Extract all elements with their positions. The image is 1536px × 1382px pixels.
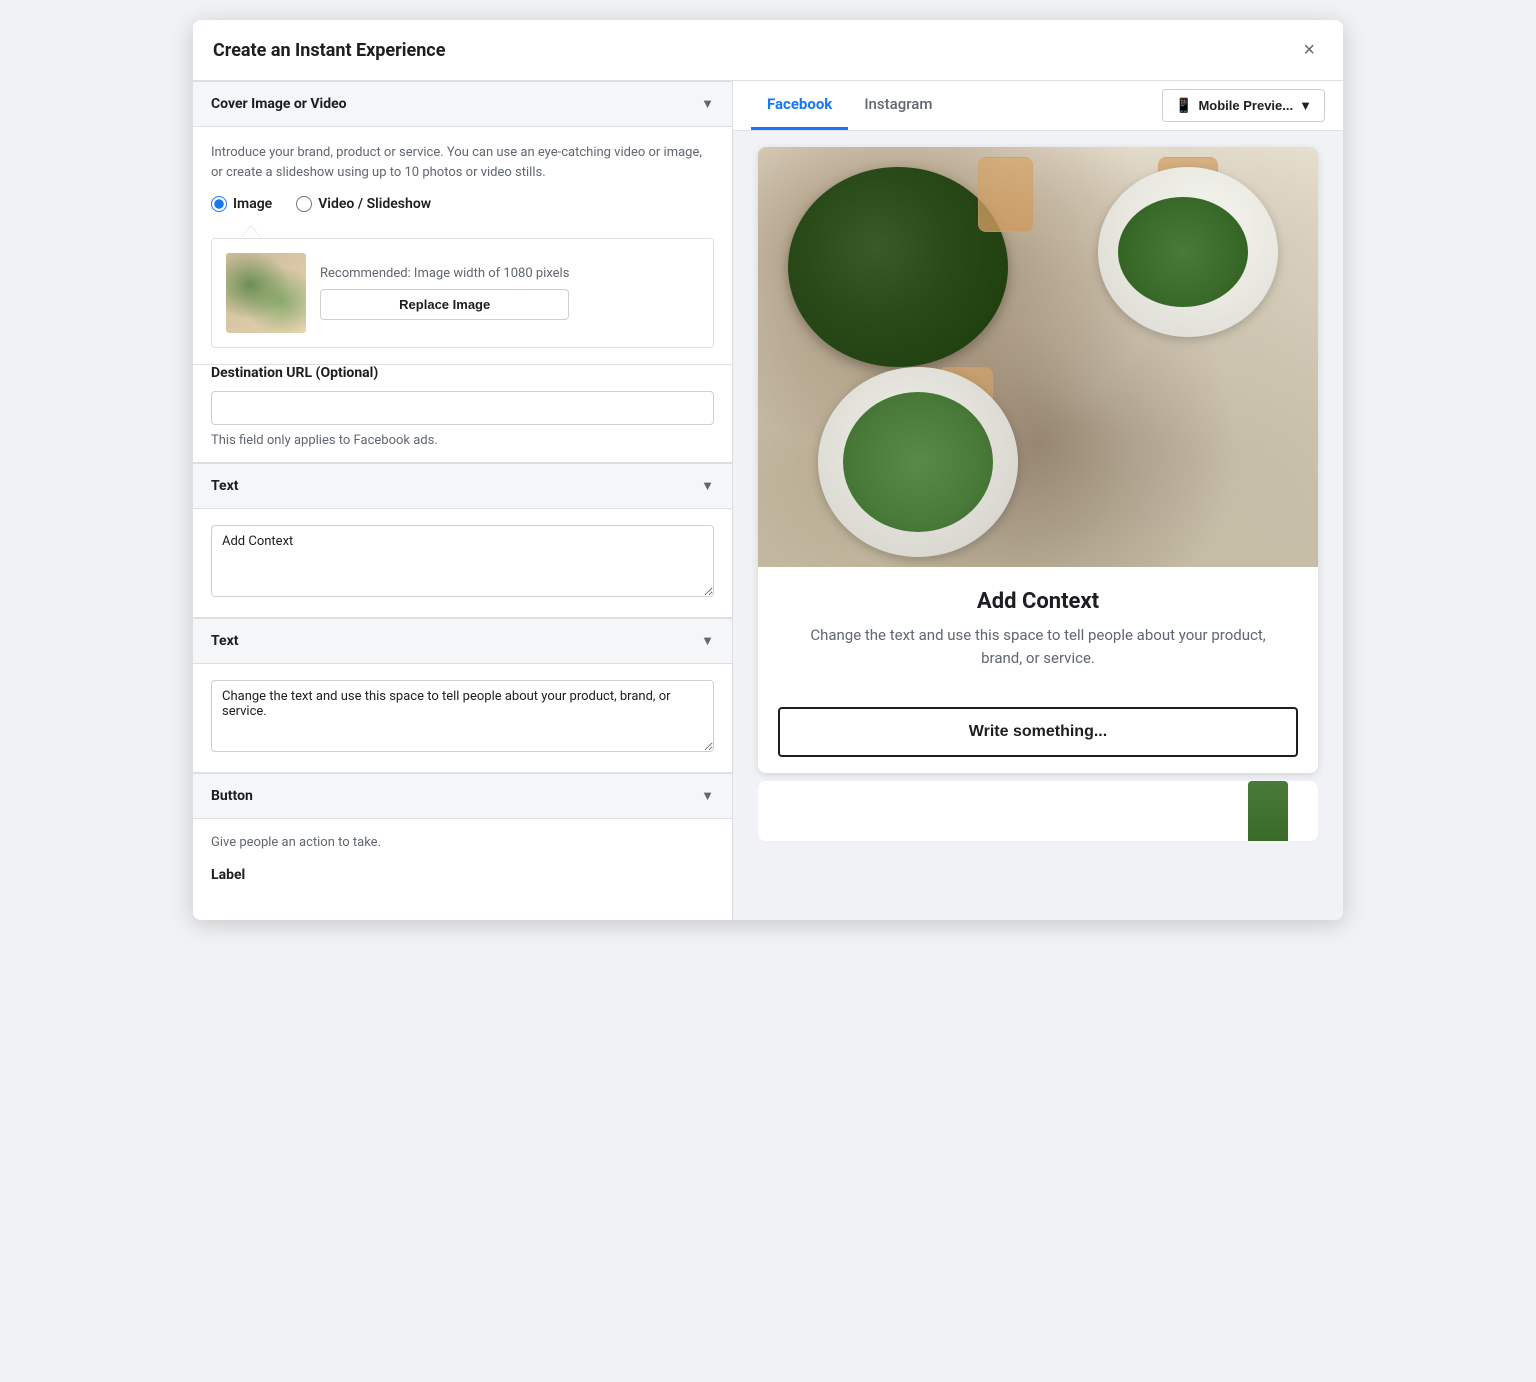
right-panel: Facebook Instagram 📱 Mobile Previe... ▼ [733,81,1343,920]
modal-header: Create an Instant Experience × [193,20,1343,81]
plate-1 [788,167,1008,367]
close-button[interactable]: × [1295,36,1323,64]
cover-section-title: Cover Image or Video [211,96,347,112]
phone-preview: Add Context Change the text and use this… [758,147,1318,773]
modal-body: Cover Image or Video ▼ Introduce your br… [193,81,1343,920]
text-section-1-content: Add Context [193,509,732,617]
radio-image-option[interactable]: Image [211,196,272,212]
button-description: Give people an action to take. [211,833,714,853]
text-section-2-content: Change the text and use this space to te… [193,664,732,772]
bottom-green-hint [1248,781,1288,841]
text-section-2-chevron: ▼ [701,633,714,649]
cover-chevron-icon: ▼ [701,96,714,112]
preview-content: Add Context Change the text and use this… [733,131,1343,920]
radio-video-label: Video / Slideshow [318,196,431,212]
radio-group: Image Video / Slideshow [211,196,714,212]
radio-image-input[interactable] [211,196,227,212]
destination-url-label: Destination URL (Optional) [211,365,714,381]
tab-instagram[interactable]: Instagram [848,81,948,130]
destination-url-helper: This field only applies to Facebook ads. [211,433,714,448]
preview-dropdown-icon: ▼ [1299,98,1312,113]
text-section-1-chevron: ▼ [701,478,714,494]
glass-2 [978,157,1033,232]
modal-title: Create an Instant Experience [213,40,445,61]
plate-food-3 [843,392,993,532]
image-info: Recommended: Image width of 1080 pixels … [320,266,569,320]
tab-list: Facebook Instagram [751,81,948,130]
button-section-header[interactable]: Button ▼ [193,773,732,819]
divider-arrow [241,226,261,238]
image-upload-box: Recommended: Image width of 1080 pixels … [211,238,714,348]
bottom-preview-partial [758,781,1318,841]
cover-section-content: Introduce your brand, product or service… [193,127,732,364]
button-section-chevron: ▼ [701,788,714,804]
preview-text-section: Add Context Change the text and use this… [758,567,1318,691]
mobile-preview-icon: 📱 [1175,97,1192,114]
preview-tabs: Facebook Instagram 📱 Mobile Previe... ▼ [733,81,1343,131]
destination-url-section: Destination URL (Optional) This field on… [193,365,732,462]
button-section-content: Give people an action to take. Label [193,819,732,907]
preview-context-title: Add Context [788,589,1288,614]
preview-food-image [758,147,1318,567]
destination-url-input[interactable] [211,391,714,425]
button-section-title: Button [211,788,253,804]
tab-facebook[interactable]: Facebook [751,81,848,130]
text-section-2-title: Text [211,633,238,649]
radio-video-input[interactable] [296,196,312,212]
mobile-preview-label: Mobile Previe... [1198,98,1293,113]
image-thumbnail [226,253,306,333]
cover-section-header[interactable]: Cover Image or Video ▼ [193,81,732,127]
image-rec-text: Recommended: Image width of 1080 pixels [320,266,569,281]
preview-cta-section: Write something... [758,691,1318,773]
preview-context-description: Change the text and use this space to te… [788,624,1288,669]
cover-description: Introduce your brand, product or service… [211,143,714,182]
text-section-2-header[interactable]: Text ▼ [193,618,732,664]
replace-image-button[interactable]: Replace Image [320,289,569,320]
plate-food-2 [1118,197,1248,307]
text-section-1-title: Text [211,478,238,494]
mobile-preview-button[interactable]: 📱 Mobile Previe... ▼ [1162,89,1325,122]
left-panel: Cover Image or Video ▼ Introduce your br… [193,81,733,920]
food-thumb-image [226,253,306,333]
text-section-1-header[interactable]: Text ▼ [193,463,732,509]
text-section-2-textarea[interactable]: Change the text and use this space to te… [211,680,714,752]
text-section-1-textarea[interactable]: Add Context [211,525,714,597]
radio-video-option[interactable]: Video / Slideshow [296,196,431,212]
create-instant-experience-modal: Create an Instant Experience × Cover Ima… [193,20,1343,920]
button-label-text: Label [211,867,714,883]
preview-cta-button[interactable]: Write something... [778,707,1298,757]
radio-image-label: Image [233,196,272,212]
